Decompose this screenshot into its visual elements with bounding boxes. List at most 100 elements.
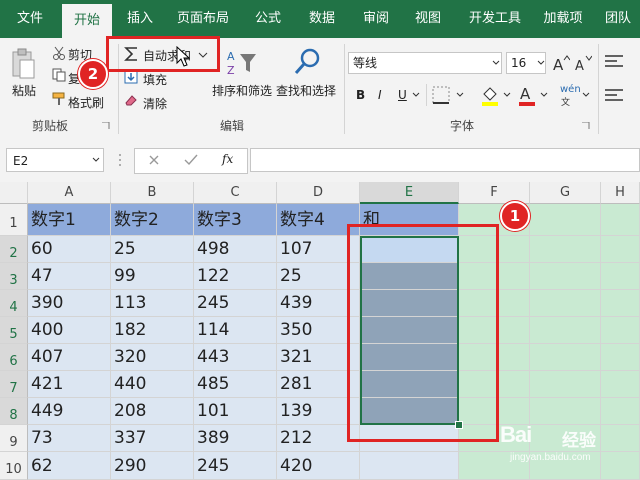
table-cell[interactable]: [530, 317, 601, 344]
table-cell[interactable]: 389: [194, 425, 277, 452]
column-header-col-g[interactable]: G: [530, 182, 601, 204]
dialog-launcher-icon[interactable]: [102, 122, 110, 130]
column-header-col-a[interactable]: A: [28, 182, 111, 204]
fill-color-icon[interactable]: [480, 84, 500, 106]
paste-icon[interactable]: [10, 48, 36, 80]
table-cell[interactable]: 113: [111, 290, 194, 317]
column-header-col-h[interactable]: H: [601, 182, 640, 204]
table-cell[interactable]: 400: [28, 317, 111, 344]
table-cell[interactable]: [530, 236, 601, 263]
column-header-col-d[interactable]: D: [277, 182, 360, 204]
tab-developer[interactable]: 开发工具: [462, 0, 528, 38]
table-cell[interactable]: 420: [277, 452, 360, 480]
format-painter-button[interactable]: 格式刷: [68, 94, 104, 111]
borders-icon[interactable]: [432, 86, 450, 104]
table-cell[interactable]: 114: [194, 317, 277, 344]
insert-function-button[interactable]: fx: [222, 152, 233, 166]
table-cell[interactable]: 73: [28, 425, 111, 452]
table-cell[interactable]: 443: [194, 344, 277, 371]
clear-button[interactable]: 清除: [143, 95, 167, 112]
table-cell[interactable]: 449: [28, 398, 111, 425]
tab-formulas[interactable]: 公式: [246, 0, 290, 38]
row-header[interactable]: 2: [0, 236, 28, 263]
align-left-icon[interactable]: [604, 88, 624, 104]
table-cell[interactable]: 320: [111, 344, 194, 371]
table-cell[interactable]: 485: [194, 371, 277, 398]
fill-color-dropdown-icon[interactable]: [503, 92, 511, 98]
underline-button[interactable]: U: [398, 88, 407, 102]
table-cell[interactable]: 245: [194, 290, 277, 317]
formula-input[interactable]: [250, 148, 640, 172]
column-header-col-b[interactable]: B: [111, 182, 194, 204]
table-cell[interactable]: 440: [111, 371, 194, 398]
tab-review[interactable]: 审阅: [354, 0, 398, 38]
table-cell[interactable]: [601, 344, 640, 371]
table-cell[interactable]: 208: [111, 398, 194, 425]
table-cell[interactable]: [601, 236, 640, 263]
bold-button[interactable]: B: [356, 88, 365, 102]
table-cell[interactable]: [601, 290, 640, 317]
font-color-icon[interactable]: A: [518, 84, 536, 106]
tab-file[interactable]: 文件: [8, 0, 52, 38]
table-cell[interactable]: [601, 263, 640, 290]
tab-insert[interactable]: 插入: [118, 0, 162, 38]
italic-button[interactable]: I: [378, 88, 382, 102]
table-cell[interactable]: [530, 398, 601, 425]
tab-team[interactable]: 团队: [596, 0, 640, 38]
table-cell[interactable]: 25: [111, 236, 194, 263]
phonetic-button[interactable]: wén: [560, 84, 581, 95]
table-cell[interactable]: [601, 425, 640, 452]
table-cell[interactable]: 60: [28, 236, 111, 263]
font-color-dropdown-icon[interactable]: [540, 92, 548, 98]
table-cell[interactable]: [601, 317, 640, 344]
row-header[interactable]: 1: [0, 204, 28, 236]
name-box[interactable]: E2: [6, 148, 104, 172]
row-header[interactable]: 7: [0, 371, 28, 398]
row-header[interactable]: 6: [0, 344, 28, 371]
font-name-select[interactable]: 等线: [348, 52, 502, 74]
font-size-dropdown-icon[interactable]: [537, 60, 545, 66]
phonetic-dropdown-icon[interactable]: [582, 92, 590, 98]
table-cell[interactable]: [530, 290, 601, 317]
font-name-dropdown-icon[interactable]: [492, 60, 500, 66]
table-cell[interactable]: [530, 263, 601, 290]
row-header[interactable]: 5: [0, 317, 28, 344]
sort-filter-button[interactable]: 排序和筛选: [212, 82, 272, 99]
row-header[interactable]: 8: [0, 398, 28, 425]
row-header[interactable]: 10: [0, 452, 28, 480]
cancel-icon[interactable]: [148, 154, 160, 166]
tab-page-layout[interactable]: 页面布局: [170, 0, 236, 38]
table-cell[interactable]: 122: [194, 263, 277, 290]
table-cell[interactable]: 407: [28, 344, 111, 371]
table-cell[interactable]: 290: [111, 452, 194, 480]
underline-dropdown-icon[interactable]: [412, 92, 420, 98]
table-cell[interactable]: 245: [194, 452, 277, 480]
paste-button[interactable]: 粘贴: [12, 82, 36, 99]
enter-check-icon[interactable]: [184, 154, 198, 166]
table-cell[interactable]: [601, 398, 640, 425]
table-cell[interactable]: 182: [111, 317, 194, 344]
borders-dropdown-icon[interactable]: [456, 92, 464, 98]
table-cell[interactable]: 498: [194, 236, 277, 263]
table-cell[interactable]: [360, 452, 459, 480]
table-cell[interactable]: 101: [194, 398, 277, 425]
column-header-col-c[interactable]: C: [194, 182, 277, 204]
name-box-dropdown-icon[interactable]: [92, 157, 100, 163]
table-cell[interactable]: 390: [28, 290, 111, 317]
table-cell[interactable]: 99: [111, 263, 194, 290]
tab-home[interactable]: 开始: [62, 4, 112, 38]
table-cell[interactable]: [601, 452, 640, 480]
table-cell[interactable]: [601, 371, 640, 398]
align-top-left-icon[interactable]: [604, 54, 624, 70]
row-header[interactable]: 9: [0, 425, 28, 452]
fill-button[interactable]: 填充: [143, 71, 167, 88]
decrease-font-icon[interactable]: A: [574, 54, 592, 72]
find-select-button[interactable]: 查找和选择: [276, 82, 336, 99]
table-cell[interactable]: [530, 344, 601, 371]
header-cell[interactable]: 数字2: [111, 204, 194, 236]
select-all-corner[interactable]: [0, 182, 28, 204]
header-cell[interactable]: [601, 204, 640, 236]
header-cell[interactable]: 数字3: [194, 204, 277, 236]
table-cell[interactable]: 421: [28, 371, 111, 398]
dialog-launcher-icon[interactable]: [582, 122, 590, 130]
